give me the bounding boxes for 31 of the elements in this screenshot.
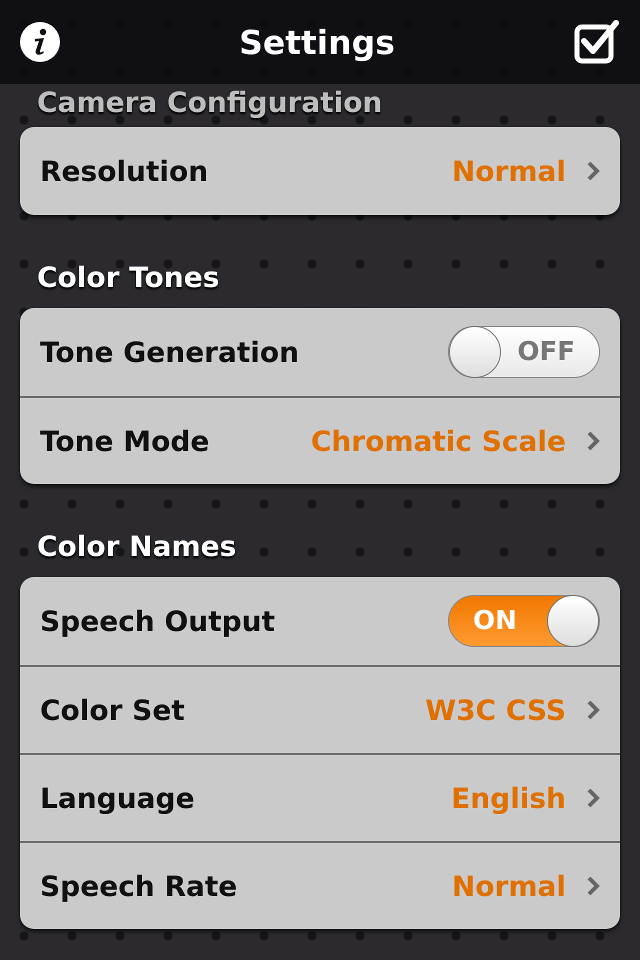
chevron-icon bbox=[586, 160, 600, 182]
section-heading: Color Names bbox=[36, 529, 238, 565]
settings-row[interactable]: Language English bbox=[20, 753, 620, 841]
settings-row[interactable]: Color Set W3C CSS bbox=[20, 665, 620, 753]
settings-row[interactable]: Speech Rate Normal bbox=[20, 841, 620, 929]
toggle-switch[interactable]: OFF bbox=[448, 326, 600, 378]
checkbox-icon[interactable] bbox=[574, 19, 620, 65]
row-value: W3C CSS bbox=[425, 694, 566, 726]
row-label: Tone Generation bbox=[40, 336, 300, 368]
section-heading: Camera Configuration bbox=[36, 85, 384, 121]
settings-row[interactable]: Resolution Normal bbox=[20, 127, 620, 215]
row-label: Language bbox=[40, 782, 196, 814]
chevron-icon bbox=[586, 430, 600, 452]
settings-row[interactable]: Speech Output ON bbox=[20, 577, 620, 665]
row-value: English bbox=[451, 782, 566, 814]
chevron-icon bbox=[586, 875, 600, 897]
row-label: Resolution bbox=[40, 154, 210, 188]
row-label: Speech Rate bbox=[40, 870, 238, 902]
chevron-icon bbox=[586, 699, 600, 721]
screen-title: Settings bbox=[239, 22, 395, 62]
row-value: Normal bbox=[452, 154, 566, 188]
settings-row[interactable]: Tone Generation OFF bbox=[20, 308, 620, 396]
chevron-icon bbox=[586, 787, 600, 809]
info-icon[interactable] bbox=[20, 22, 60, 62]
row-label: Speech Output bbox=[40, 604, 276, 638]
settings-row[interactable]: Tone Mode Chromatic Scale bbox=[20, 396, 620, 484]
section-heading: Color Tones bbox=[36, 260, 220, 296]
row-label: Color Set bbox=[40, 694, 186, 726]
row-value: Normal bbox=[452, 870, 566, 902]
row-label: Tone Mode bbox=[40, 424, 210, 458]
row-value: Chromatic Scale bbox=[310, 424, 566, 458]
